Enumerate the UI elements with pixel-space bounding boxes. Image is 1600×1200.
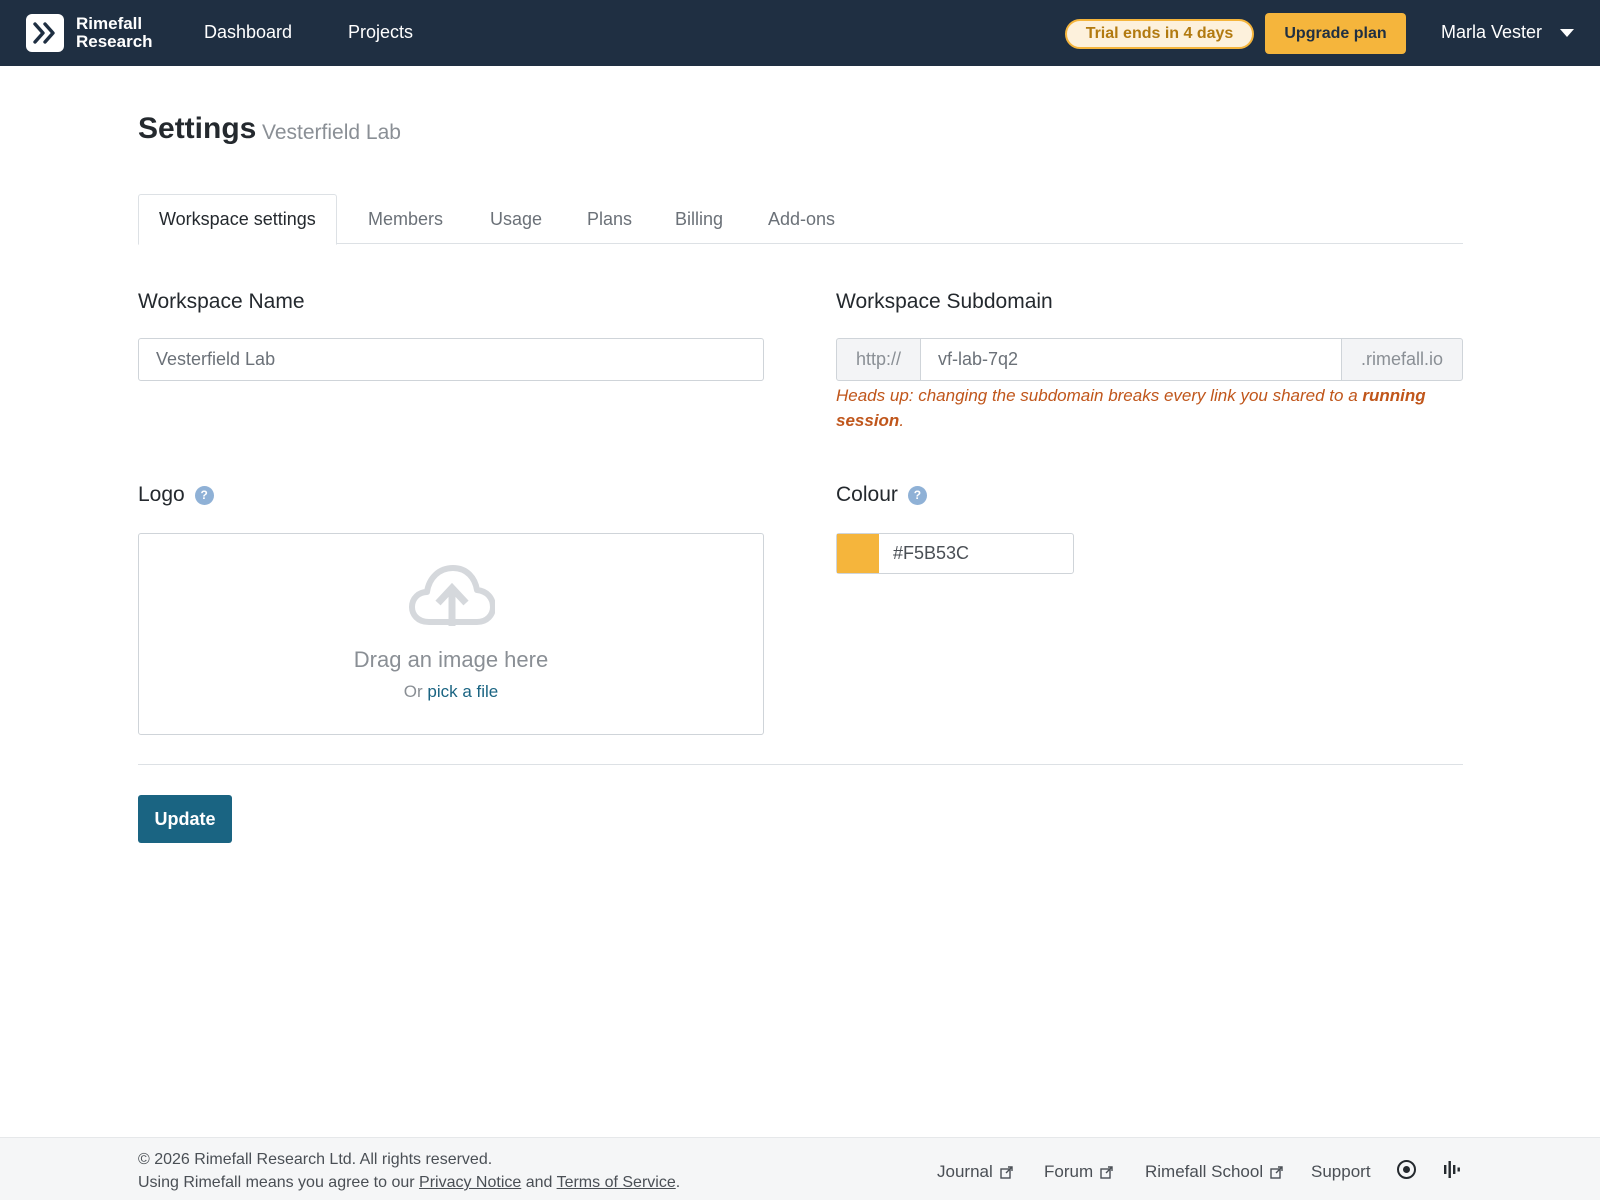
- logo-label: Logo ?: [138, 483, 214, 507]
- footer-link-support[interactable]: Support: [1311, 1162, 1371, 1182]
- cloud-upload-icon: [409, 565, 495, 626]
- dropzone-or: Or: [403, 682, 428, 701]
- brand-logo[interactable]: Rimefall Research: [26, 14, 153, 52]
- update-button[interactable]: Update: [138, 795, 232, 843]
- tab-members[interactable]: Members: [368, 194, 443, 244]
- journal-label: Journal: [937, 1162, 993, 1181]
- footer-link-rimefall-school[interactable]: Rimefall School: [1145, 1162, 1283, 1182]
- help-icon[interactable]: ?: [907, 485, 927, 505]
- top-navigation-bar: Rimefall Research Dashboard Projects Tri…: [0, 0, 1600, 66]
- user-menu[interactable]: Marla Vester: [1441, 22, 1575, 43]
- logo-dropzone[interactable]: Drag an image here Or pick a file: [138, 533, 764, 735]
- upgrade-plan-button[interactable]: Upgrade plan: [1265, 13, 1406, 54]
- forum-label: Forum: [1044, 1162, 1094, 1181]
- terms-prefix: Using Rimefall means you agree to our: [138, 1174, 420, 1191]
- chevron-down-icon: [1560, 28, 1575, 37]
- terms-and: and: [521, 1174, 557, 1191]
- footer-terms: Using Rimefall means you agree to our Pr…: [138, 1174, 680, 1192]
- footer-copyright: © 2026 Rimefall Research Ltd. All rights…: [138, 1151, 493, 1168]
- nav-dashboard[interactable]: Dashboard: [204, 22, 292, 43]
- tab-plans[interactable]: Plans: [587, 194, 632, 244]
- external-link-icon: [1270, 1165, 1283, 1179]
- colour-swatch[interactable]: [837, 534, 879, 573]
- brand-mark-icon: [26, 14, 64, 52]
- colour-hex-input[interactable]: #F5B53C: [879, 534, 969, 573]
- help-icon[interactable]: ?: [194, 485, 214, 505]
- subdomain-suffix: .rimefall.io: [1341, 338, 1463, 381]
- tab-add-ons[interactable]: Add-ons: [768, 194, 835, 244]
- school-label: Rimefall School: [1145, 1162, 1264, 1181]
- page-subtitle: Vesterfield Lab: [262, 121, 401, 144]
- privacy-notice-link[interactable]: Privacy Notice: [419, 1174, 521, 1191]
- external-link-icon: [1100, 1165, 1113, 1179]
- tab-workspace-settings[interactable]: Workspace settings: [138, 194, 337, 245]
- support-label: Support: [1311, 1162, 1371, 1181]
- subdomain-input[interactable]: vf-lab-7q2: [921, 338, 1341, 381]
- nav-projects[interactable]: Projects: [348, 22, 413, 43]
- footer: © 2026 Rimefall Research Ltd. All rights…: [0, 1137, 1600, 1200]
- user-name: Marla Vester: [1441, 22, 1543, 42]
- settings-tabs: Workspace settings Members Usage Plans B…: [138, 194, 1463, 245]
- terms-of-service-link[interactable]: Terms of Service: [557, 1174, 676, 1191]
- subdomain-warning: Heads up: changing the subdomain breaks …: [836, 383, 1466, 433]
- workspace-subdomain-label: Workspace Subdomain: [836, 290, 1053, 313]
- page-title: Settings: [138, 112, 257, 145]
- terms-end: .: [675, 1174, 681, 1191]
- footer-link-forum[interactable]: Forum: [1044, 1162, 1113, 1182]
- warning-text: Heads up: changing the subdomain breaks …: [836, 386, 1363, 405]
- brand-line-2: Research: [76, 32, 153, 51]
- workspace-name-input[interactable]: Vesterfield Lab: [138, 338, 764, 381]
- dropzone-subtext: Or pick a file: [139, 682, 763, 702]
- workspace-name-label: Workspace Name: [138, 290, 305, 313]
- dropzone-title: Drag an image here: [353, 647, 549, 672]
- status-icon[interactable]: [1396, 1159, 1417, 1180]
- pick-a-file-link[interactable]: pick a file: [427, 682, 498, 701]
- form-divider: [138, 764, 1463, 765]
- tab-billing[interactable]: Billing: [675, 194, 723, 244]
- waveform-icon[interactable]: [1443, 1159, 1461, 1180]
- brand-name: Rimefall Research: [76, 15, 153, 51]
- colour-picker[interactable]: #F5B53C: [836, 533, 1074, 574]
- colour-label-text: Colour: [836, 483, 898, 506]
- brand-line-1: Rimefall: [76, 14, 143, 33]
- subdomain-prefix: http://: [836, 338, 921, 381]
- external-link-icon: [1000, 1165, 1013, 1179]
- warning-end: .: [899, 411, 905, 430]
- logo-label-text: Logo: [138, 483, 185, 506]
- footer-link-journal[interactable]: Journal: [937, 1162, 1013, 1182]
- colour-label: Colour ?: [836, 483, 927, 507]
- trial-badge[interactable]: Trial ends in 4 days: [1065, 19, 1254, 49]
- tab-usage[interactable]: Usage: [490, 194, 542, 244]
